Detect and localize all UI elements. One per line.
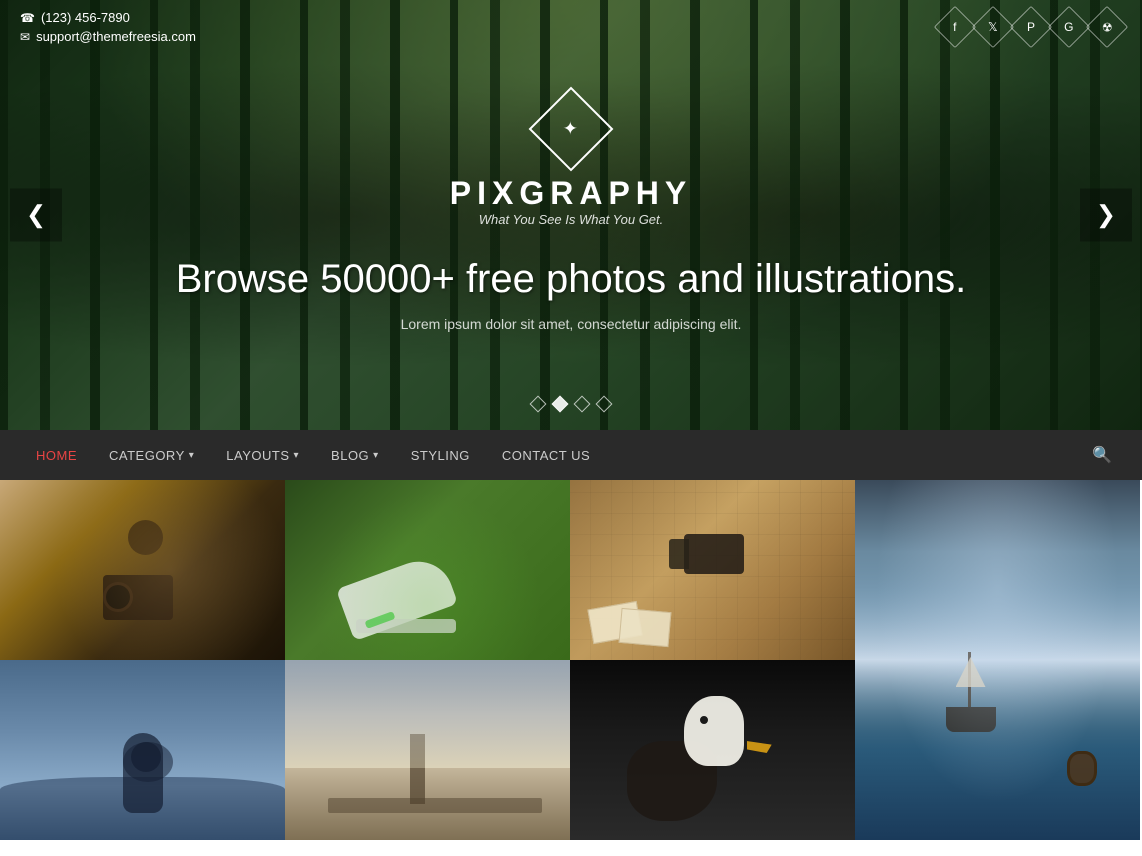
nav-category[interactable]: CATEGORY ▾ [93,430,210,480]
ship-shape [941,652,1001,732]
barrel-shape [1067,751,1097,786]
dot-4[interactable] [596,396,613,413]
category-chevron: ▾ [189,450,195,461]
photo-camera-map[interactable] [570,480,855,660]
email-item: ✉ support@themefreesia.com [20,29,196,44]
logo-diamond: ✦ [529,86,614,171]
camera-on-map [684,534,744,574]
pinterest-button[interactable]: P [1010,6,1052,48]
nav-contact[interactable]: CONTACT US [486,430,606,480]
email-address: support@themefreesia.com [36,29,196,44]
search-button[interactable]: 🔍 [1082,445,1122,465]
camera-body [103,575,173,620]
photo-pier[interactable] [285,660,570,840]
nav-blog[interactable]: BLOG ▾ [315,430,395,480]
ship-mast [968,652,971,707]
facebook-button[interactable]: f [934,6,976,48]
nav-items: HOME CATEGORY ▾ LAYOUTS ▾ BLOG ▾ STYLING… [20,430,606,480]
blog-chevron: ▾ [373,450,379,461]
pier-horizontal [328,798,542,813]
ship-waves [855,660,1140,840]
photo-ship[interactable] [855,480,1140,840]
layouts-chevron: ▾ [294,450,300,461]
storm-clouds [855,480,1140,660]
phone-icon: ☎ [20,11,35,25]
dot-3[interactable] [574,396,591,413]
hero-content: ✦ PIXGRAPHY What You See Is What You Get… [0,0,1142,430]
eagle-white-head [684,696,744,766]
photo-sneakers[interactable] [285,480,570,660]
dot-1[interactable] [530,396,547,413]
sneaker-stripe [364,611,395,629]
photo-girl-sea[interactable] [0,660,285,840]
photo-eagle[interactable] [570,660,855,840]
photo-grid [0,480,1142,840]
navbar: HOME CATEGORY ▾ LAYOUTS ▾ BLOG ▾ STYLING… [0,430,1142,480]
twitter-button[interactable]: 𝕏 [972,6,1014,48]
phone-item: ☎ (123) 456-7890 [20,10,196,25]
photo-card-2 [619,608,672,647]
ship-hull [946,707,996,732]
nav-styling[interactable]: STYLING [395,430,486,480]
top-bar: ☎ (123) 456-7890 ✉ support@themefreesia.… [0,0,1142,54]
contact-info: ☎ (123) 456-7890 ✉ support@themefreesia.… [20,10,196,44]
girl-body [123,733,163,813]
eagle-beak [747,741,772,753]
sky-area [285,660,570,768]
ship-sail [956,657,986,687]
camera-person-visual [83,520,203,620]
hero-description: Lorem ipsum dolor sit amet, consectetur … [401,316,742,332]
prev-button[interactable]: ❮ [10,189,62,242]
social-links: f 𝕏 P G ☢ [940,12,1122,42]
phone-number: (123) 456-7890 [41,10,130,25]
person-head [128,520,163,555]
next-button[interactable]: ❯ [1080,189,1132,242]
sneaker-sole [356,619,456,633]
site-tagline: What You See Is What You Get. [479,212,664,227]
logo-icon: ✦ [563,118,578,139]
instagram-button[interactable]: ☢ [1086,6,1128,48]
googleplus-button[interactable]: G [1048,6,1090,48]
photo-photographer[interactable] [0,480,285,660]
dot-2[interactable] [552,396,569,413]
site-title: PIXGRAPHY [450,175,692,212]
sneaker-shape [336,552,458,641]
nav-home[interactable]: HOME [20,430,93,480]
email-icon: ✉ [20,30,30,44]
slide-dots [532,398,610,410]
site-logo: ✦ [541,99,601,159]
camera-lens [103,582,133,612]
hero-heading: Browse 50000+ free photos and illustrati… [176,257,967,302]
nav-layouts[interactable]: LAYOUTS ▾ [210,430,315,480]
